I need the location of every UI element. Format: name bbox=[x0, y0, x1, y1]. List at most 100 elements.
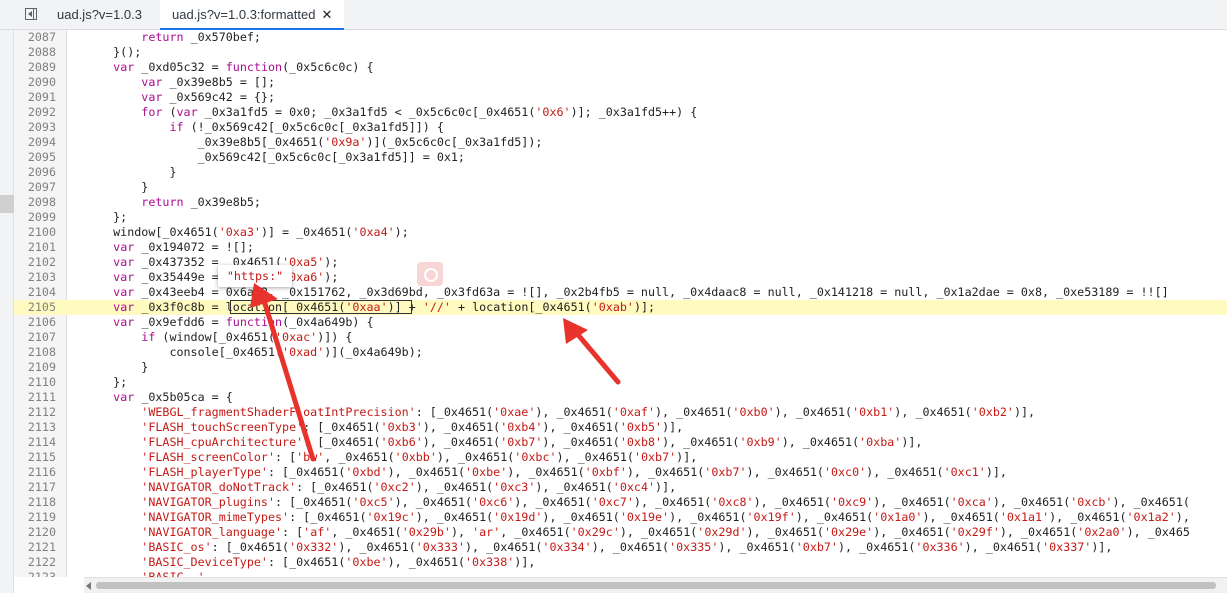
line-number[interactable]: 2102 bbox=[14, 255, 56, 270]
line-number[interactable]: 2099 bbox=[14, 210, 56, 225]
close-icon[interactable]: ✕ bbox=[321, 7, 332, 22]
line-number[interactable]: 2105 bbox=[14, 300, 56, 315]
code-line[interactable]: 2119 'NAVIGATOR_mimeTypes': [_0x4651('0x… bbox=[14, 510, 1227, 525]
line-number[interactable]: 2121 bbox=[14, 540, 56, 555]
code-line[interactable]: 2095 _0x569c42[_0x5c6c0c[_0x3a1fd5]] = 0… bbox=[14, 150, 1227, 165]
code-line[interactable]: 2100 window[_0x4651('0xa3')] = _0x4651('… bbox=[14, 225, 1227, 240]
watermark-logo-icon bbox=[417, 262, 443, 286]
code-line[interactable]: 2117 'NAVIGATOR_doNotTrack': [_0x4651('0… bbox=[14, 480, 1227, 495]
line-number[interactable]: 2103 bbox=[14, 270, 56, 285]
line-number[interactable]: 2106 bbox=[14, 315, 56, 330]
code-line[interactable]: 2093 if (!_0x569c42[_0x5c6c0c[_0x3a1fd5]… bbox=[14, 120, 1227, 135]
code-text: var _0x43eeb4 = 0x6a72, _0x151762, _0x3d… bbox=[113, 285, 1169, 299]
code-line[interactable]: 2106 var _0x9efdd6 = function(_0x4a649b)… bbox=[14, 315, 1227, 330]
code-text: return _0x39e8b5; bbox=[141, 195, 261, 209]
code-line[interactable]: 2121 'BASIC_os': [_0x4651('0x332'), _0x4… bbox=[14, 540, 1227, 555]
code-text: if (window[_0x4651('0xac')]) { bbox=[141, 330, 353, 344]
line-number[interactable]: 2098 bbox=[14, 195, 56, 210]
line-number[interactable]: 2114 bbox=[14, 435, 56, 450]
code-line[interactable]: 2094 _0x39e8b5[_0x4651('0x9a')](_0x5c6c0… bbox=[14, 135, 1227, 150]
code-text: var _0x437352 = _0x4651('0xa5'); bbox=[113, 255, 339, 269]
line-number[interactable]: 2115 bbox=[14, 450, 56, 465]
code-text: }; bbox=[85, 210, 128, 224]
code-text: 'FLASH_playerType': [_0x4651('0xbd'), _0… bbox=[141, 465, 1007, 479]
line-number[interactable]: 2110 bbox=[14, 375, 56, 390]
code-line[interactable]: 2108 console[_0x4651('0xad')](_0x4a649b)… bbox=[14, 345, 1227, 360]
scroll-left-icon[interactable] bbox=[86, 582, 91, 590]
line-number[interactable]: 2089 bbox=[14, 60, 56, 75]
code-text: 'BASIC_DeviceType': [_0x4651('0xbe'), _0… bbox=[141, 555, 536, 569]
code-text: window[_0x4651('0xa3')] = _0x4651('0xa4'… bbox=[85, 225, 409, 239]
code-line[interactable]: 2089 var _0xd05c32 = function(_0x5c6c0c)… bbox=[14, 60, 1227, 75]
line-number[interactable]: 2101 bbox=[14, 240, 56, 255]
line-number[interactable]: 2111 bbox=[14, 390, 56, 405]
line-number[interactable]: 2123 bbox=[14, 570, 56, 577]
code-line[interactable]: 2115 'FLASH_screenColor': ['bw', _0x4651… bbox=[14, 450, 1227, 465]
toggle-navigator-icon[interactable] bbox=[25, 8, 37, 20]
code-line[interactable]: 2097 } bbox=[14, 180, 1227, 195]
code-text: _0x39e8b5[_0x4651('0x9a')](_0x5c6c0c[_0x… bbox=[85, 135, 543, 149]
horizontal-scrollbar[interactable] bbox=[84, 577, 1227, 593]
code-line[interactable]: 2102 var _0x437352 = _0x4651('0xa5'); bbox=[14, 255, 1227, 270]
line-number[interactable]: 2088 bbox=[14, 45, 56, 60]
line-number[interactable]: 2119 bbox=[14, 510, 56, 525]
line-number[interactable]: 2117 bbox=[14, 480, 56, 495]
code-line[interactable]: 2112 'WEBGL_fragmentShaderFloatIntPrecis… bbox=[14, 405, 1227, 420]
code-text: _0x569c42[_0x5c6c0c[_0x3a1fd5]] = 0x1; bbox=[85, 150, 465, 164]
line-number[interactable]: 2112 bbox=[14, 405, 56, 420]
code-line[interactable]: 2096 } bbox=[14, 165, 1227, 180]
line-number[interactable]: 2095 bbox=[14, 150, 56, 165]
line-number[interactable]: 2093 bbox=[14, 120, 56, 135]
code-line[interactable]: 2122 'BASIC_DeviceType': [_0x4651('0xbe'… bbox=[14, 555, 1227, 570]
code-text: } bbox=[85, 180, 149, 194]
line-number[interactable]: 2118 bbox=[14, 495, 56, 510]
line-number[interactable]: 2109 bbox=[14, 360, 56, 375]
line-number[interactable]: 2104 bbox=[14, 285, 56, 300]
line-number[interactable]: 2087 bbox=[14, 30, 56, 45]
highlighted-code-line[interactable]: 2105 var _0x3f0c8b = location[_0x4651('0… bbox=[14, 300, 1227, 315]
code-line[interactable]: 2090 var _0x39e8b5 = []; bbox=[14, 75, 1227, 90]
code-line[interactable]: 2110 }; bbox=[14, 375, 1227, 390]
code-line[interactable]: 2101 var _0x194072 = ![]; bbox=[14, 240, 1227, 255]
line-number[interactable]: 2090 bbox=[14, 75, 56, 90]
code-line[interactable]: 2087 return _0x570bef; bbox=[14, 30, 1227, 45]
code-line[interactable]: 2109 } bbox=[14, 360, 1227, 375]
line-number[interactable]: 2113 bbox=[14, 420, 56, 435]
line-number[interactable]: 2108 bbox=[14, 345, 56, 360]
code-text: } bbox=[85, 360, 149, 374]
line-number[interactable]: 2096 bbox=[14, 165, 56, 180]
line-number[interactable]: 2100 bbox=[14, 225, 56, 240]
tab-uad-js-formatted[interactable]: uad.js?v=1.0.3:formatted ✕ bbox=[160, 0, 345, 30]
line-number[interactable]: 2107 bbox=[14, 330, 56, 345]
code-text: 'FLASH_cpuArchitecture': [_0x4651('0xb6'… bbox=[141, 435, 923, 449]
code-line[interactable]: 2111 var _0x5b05ca = { bbox=[14, 390, 1227, 405]
code-line[interactable]: 2116 'FLASH_playerType': [_0x4651('0xbd'… bbox=[14, 465, 1227, 480]
line-number[interactable]: 2122 bbox=[14, 555, 56, 570]
tab-uad-js[interactable]: uad.js?v=1.0.3 bbox=[57, 0, 142, 29]
line-number[interactable]: 2092 bbox=[14, 105, 56, 120]
code-text: 'NAVIGATOR_doNotTrack': [_0x4651('0xc2')… bbox=[141, 480, 677, 494]
tab-label: uad.js?v=1.0.3:formatted bbox=[172, 7, 316, 22]
line-number[interactable]: 2097 bbox=[14, 180, 56, 195]
line-number[interactable]: 2116 bbox=[14, 465, 56, 480]
code-line[interactable]: 2123 'BASIC_…' bbox=[14, 570, 1227, 577]
line-number[interactable]: 2120 bbox=[14, 525, 56, 540]
scrollbar-thumb[interactable] bbox=[96, 582, 1216, 589]
code-line[interactable]: 2099 }; bbox=[14, 210, 1227, 225]
code-text: } bbox=[85, 165, 177, 179]
editor-tab-bar: uad.js?v=1.0.3 uad.js?v=1.0.3:formatted ✕ bbox=[0, 0, 1227, 30]
code-line[interactable]: 2091 var _0x569c42 = {}; bbox=[14, 90, 1227, 105]
code-line[interactable]: 2088 }(); bbox=[14, 45, 1227, 60]
code-line[interactable]: 2114 'FLASH_cpuArchitecture': [_0x4651('… bbox=[14, 435, 1227, 450]
code-line[interactable]: 2113 'FLASH_touchScreenType': [_0x4651('… bbox=[14, 420, 1227, 435]
code-line[interactable]: 2103 var _0x35449e = _0x4651('0xa6'); bbox=[14, 270, 1227, 285]
code-line[interactable]: 2120 'NAVIGATOR_language': ['af', _0x465… bbox=[14, 525, 1227, 540]
code-line[interactable]: 2118 'NAVIGATOR_plugins': [_0x4651('0xc5… bbox=[14, 495, 1227, 510]
code-line[interactable]: 2104 var _0x43eeb4 = 0x6a72, _0x151762, … bbox=[14, 285, 1227, 300]
code-line[interactable]: 2107 if (window[_0x4651('0xac')]) { bbox=[14, 330, 1227, 345]
line-number[interactable]: 2094 bbox=[14, 135, 56, 150]
code-line[interactable]: 2098 return _0x39e8b5; bbox=[14, 195, 1227, 210]
code-line[interactable]: 2092 for (var _0x3a1fd5 = 0x0; _0x3a1fd5… bbox=[14, 105, 1227, 120]
source-editor[interactable]: 2087 return _0x570bef; 2088 }(); 2089 var … bbox=[14, 30, 1227, 577]
line-number[interactable]: 2091 bbox=[14, 90, 56, 105]
